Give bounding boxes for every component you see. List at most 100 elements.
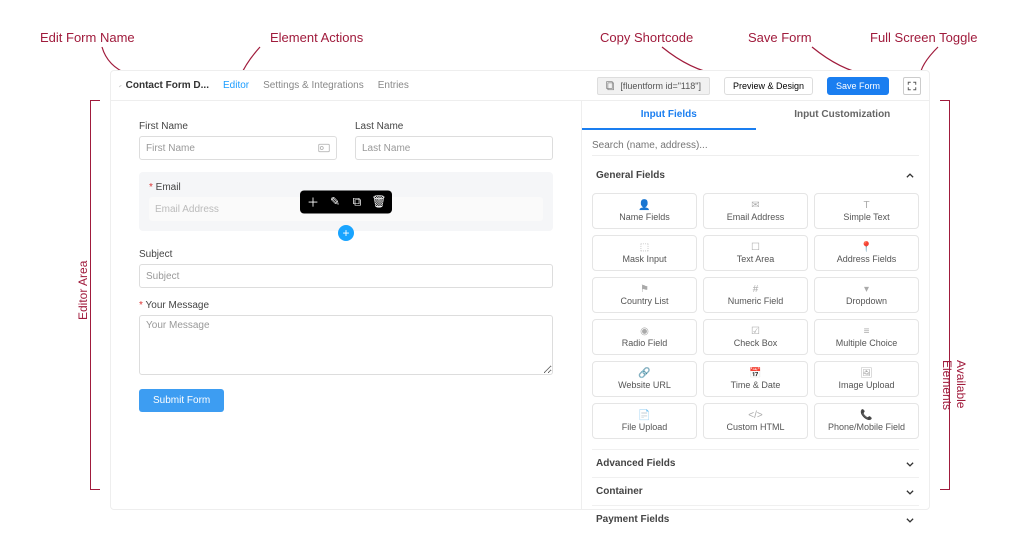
tile-label: File Upload [622, 422, 668, 432]
tile-label: Phone/Mobile Field [828, 422, 905, 432]
tile-label: Radio Field [622, 338, 668, 348]
tile-mask-input[interactable]: ⬚Mask Input [592, 235, 697, 271]
phone-icon: 📞 [860, 410, 872, 420]
tile-label: Check Box [734, 338, 778, 348]
tile-address-fields[interactable]: 📍Address Fields [814, 235, 919, 271]
action-edit-button[interactable]: ✎ [328, 193, 342, 210]
copy-icon [606, 81, 616, 91]
action-copy-button[interactable]: ⧉ [350, 193, 364, 210]
last-name-label: Last Name [355, 121, 553, 132]
mask-icon: ⬚ [640, 242, 649, 252]
tile-label: Simple Text [843, 212, 889, 222]
app-body: First Name First Name Last Name Last Nam… [111, 101, 929, 509]
section-general-label: General Fields [596, 170, 665, 181]
tile-simple-text[interactable]: TSimple Text [814, 193, 919, 229]
section-container-label: Container [596, 486, 643, 497]
add-below-button[interactable]: + [338, 225, 354, 241]
tile-email-address[interactable]: ✉ Email Address [703, 193, 808, 229]
tab-input-fields[interactable]: Input Fields [582, 101, 756, 130]
textarea-icon: ☐ [751, 242, 760, 252]
tile-label: Custom HTML [726, 422, 784, 432]
section-container[interactable]: Container [592, 477, 919, 505]
element-action-bar: ＋ ✎ ⧉ 🗑 [300, 190, 392, 213]
contact-icon [318, 142, 330, 154]
tile-label: Text Area [737, 254, 775, 264]
shortcode-box[interactable]: [fluentform id="118"] [597, 77, 710, 95]
chevron-down-icon [905, 459, 915, 469]
message-label: Your Message [139, 300, 553, 311]
tile-check-box[interactable]: ☑Check Box [703, 319, 808, 355]
bracket-right [940, 100, 950, 490]
tile-radio-field[interactable]: ◉Radio Field [592, 319, 697, 355]
section-advanced-fields[interactable]: Advanced Fields [592, 449, 919, 477]
form-name-text: Contact Form D... [126, 80, 209, 91]
annotation-element-actions: Element Actions [270, 30, 363, 45]
fullscreen-button[interactable] [903, 77, 921, 95]
save-button[interactable]: Save Form [827, 77, 889, 95]
tab-settings[interactable]: Settings & Integrations [263, 80, 364, 91]
email-field-block[interactable]: Email Email Address ＋ ✎ ⧉ 🗑 + [139, 172, 553, 231]
section-payment-fields[interactable]: Payment Fields [592, 505, 919, 533]
preview-button[interactable]: Preview & Design [724, 77, 813, 95]
section-advanced-label: Advanced Fields [596, 458, 675, 469]
list-icon: ≡ [864, 326, 870, 336]
subject-input[interactable]: Subject [139, 264, 553, 288]
tile-text-area[interactable]: ☐ Text Area [703, 235, 808, 271]
subject-field[interactable]: Subject Subject [139, 249, 553, 288]
tile-label: Time & Date [731, 380, 781, 390]
bracket-left [90, 100, 100, 490]
tile-label: Numeric Field [728, 296, 784, 306]
annotation-edit-form-name: Edit Form Name [40, 30, 135, 45]
shortcode-text: [fluentform id="118"] [620, 81, 701, 91]
chevron-up-icon [905, 171, 915, 181]
section-general-fields[interactable]: General Fields [592, 162, 919, 189]
tile-time-date[interactable]: 📅 Time & Date [703, 361, 808, 397]
flag-icon: ⚑ [640, 284, 649, 294]
first-name-ph: First Name [146, 143, 195, 154]
pencil-icon [119, 81, 122, 91]
action-delete-button[interactable]: 🗑 [372, 193, 386, 210]
tile-multiple-choice[interactable]: ≡Multiple Choice [814, 319, 919, 355]
sidebar: Input Fields Input Customization General… [581, 101, 929, 509]
form-name[interactable]: Contact Form D... [119, 80, 209, 91]
tile-custom-html[interactable]: </>Custom HTML [703, 403, 808, 439]
sidebar-search [582, 130, 929, 162]
subject-ph: Subject [146, 271, 179, 282]
general-fields-grid: 👤 Name Fields ✉ Email Address TSimple Text… [592, 189, 919, 449]
tile-name-fields[interactable]: 👤 Name Fields [592, 193, 697, 229]
tile-website-url[interactable]: 🔗Website URL [592, 361, 697, 397]
search-input[interactable] [592, 136, 919, 156]
tab-input-customization[interactable]: Input Customization [756, 101, 930, 130]
tile-label: Image Upload [838, 380, 894, 390]
tile-country-list[interactable]: ⚑Country List [592, 277, 697, 313]
annotation-full-screen: Full Screen Toggle [870, 30, 977, 45]
tab-entries[interactable]: Entries [378, 80, 409, 91]
chevron-down-icon [905, 487, 915, 497]
tile-phone[interactable]: 📞 Phone/Mobile Field [814, 403, 919, 439]
submit-button[interactable]: Submit Form [139, 389, 224, 412]
user-icon: 👤 [638, 200, 650, 210]
subject-label: Subject [139, 249, 553, 260]
last-name-input[interactable]: Last Name [355, 136, 553, 160]
link-icon: 🔗 [638, 368, 650, 378]
calendar-icon: 📅 [749, 368, 761, 378]
first-name-field[interactable]: First Name First Name [139, 121, 337, 160]
action-add-button[interactable]: ＋ [306, 193, 320, 210]
tile-label: Name Fields [619, 212, 670, 222]
last-name-field[interactable]: Last Name Last Name [355, 121, 553, 160]
tile-label: Address Fields [837, 254, 897, 264]
tile-dropdown[interactable]: ▾Dropdown [814, 277, 919, 313]
message-input[interactable]: Your Message [139, 315, 553, 375]
tile-file-upload[interactable]: 📄 File Upload [592, 403, 697, 439]
message-ph: Your Message [146, 320, 210, 331]
file-icon: 📄 [638, 410, 650, 420]
tile-numeric-field[interactable]: #Numeric Field [703, 277, 808, 313]
tile-label: Email Address [727, 212, 785, 222]
message-field[interactable]: Your Message Your Message [139, 300, 553, 375]
tile-image-upload[interactable]: 🖼Image Upload [814, 361, 919, 397]
fullscreen-icon [907, 81, 917, 91]
app-window: Contact Form D... Editor Settings & Inte… [110, 70, 930, 510]
tab-editor[interactable]: Editor [223, 80, 249, 91]
envelope-icon: ✉ [751, 200, 759, 210]
first-name-input[interactable]: First Name [139, 136, 337, 160]
